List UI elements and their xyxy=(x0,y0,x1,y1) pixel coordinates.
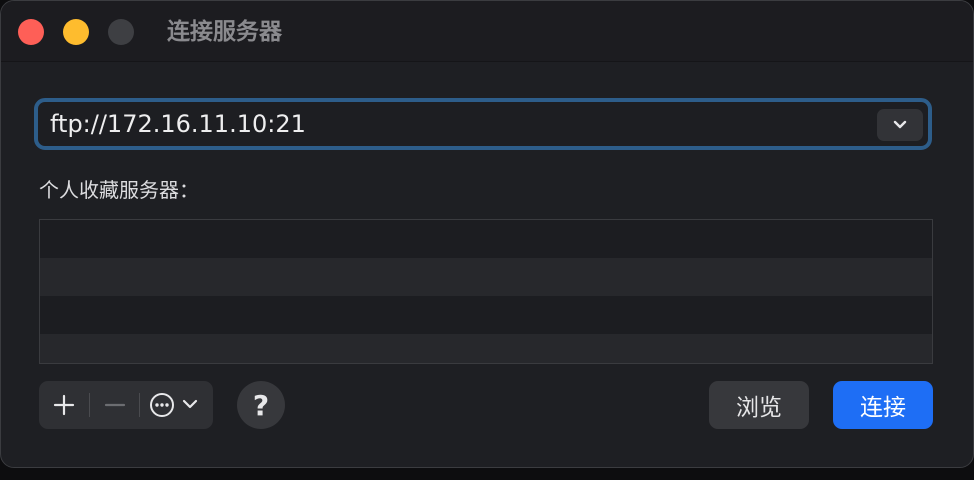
connect-button[interactable]: 连接 xyxy=(833,381,933,429)
minus-icon xyxy=(104,403,125,407)
connect-to-server-window: 连接服务器 个人收藏服务器： xyxy=(0,0,974,468)
favorites-toolbar xyxy=(39,381,213,429)
server-address-field[interactable] xyxy=(34,98,932,150)
minimize-window-button[interactable] xyxy=(63,19,89,45)
more-actions-button[interactable] xyxy=(140,381,213,429)
favorite-servers-label: 个人收藏服务器： xyxy=(39,178,199,202)
list-item[interactable] xyxy=(40,220,932,258)
add-server-button[interactable] xyxy=(39,381,89,429)
list-item[interactable] xyxy=(40,258,932,296)
server-address-input[interactable] xyxy=(50,108,870,140)
chevron-down-icon xyxy=(893,120,907,129)
zoom-window-button xyxy=(108,19,134,45)
ellipsis-circle-icon xyxy=(149,393,197,417)
list-item[interactable] xyxy=(40,334,932,363)
title-bar: 连接服务器 xyxy=(1,1,973,62)
plus-icon xyxy=(53,394,75,416)
browse-button[interactable]: 浏览 xyxy=(709,381,809,429)
list-item[interactable] xyxy=(40,296,932,334)
close-window-button[interactable] xyxy=(18,19,44,45)
remove-server-button[interactable] xyxy=(90,381,139,429)
favorite-servers-list[interactable] xyxy=(39,219,933,364)
help-button[interactable]: ? xyxy=(237,381,285,429)
recent-servers-dropdown[interactable] xyxy=(877,109,923,141)
window-title: 连接服务器 xyxy=(167,19,282,45)
